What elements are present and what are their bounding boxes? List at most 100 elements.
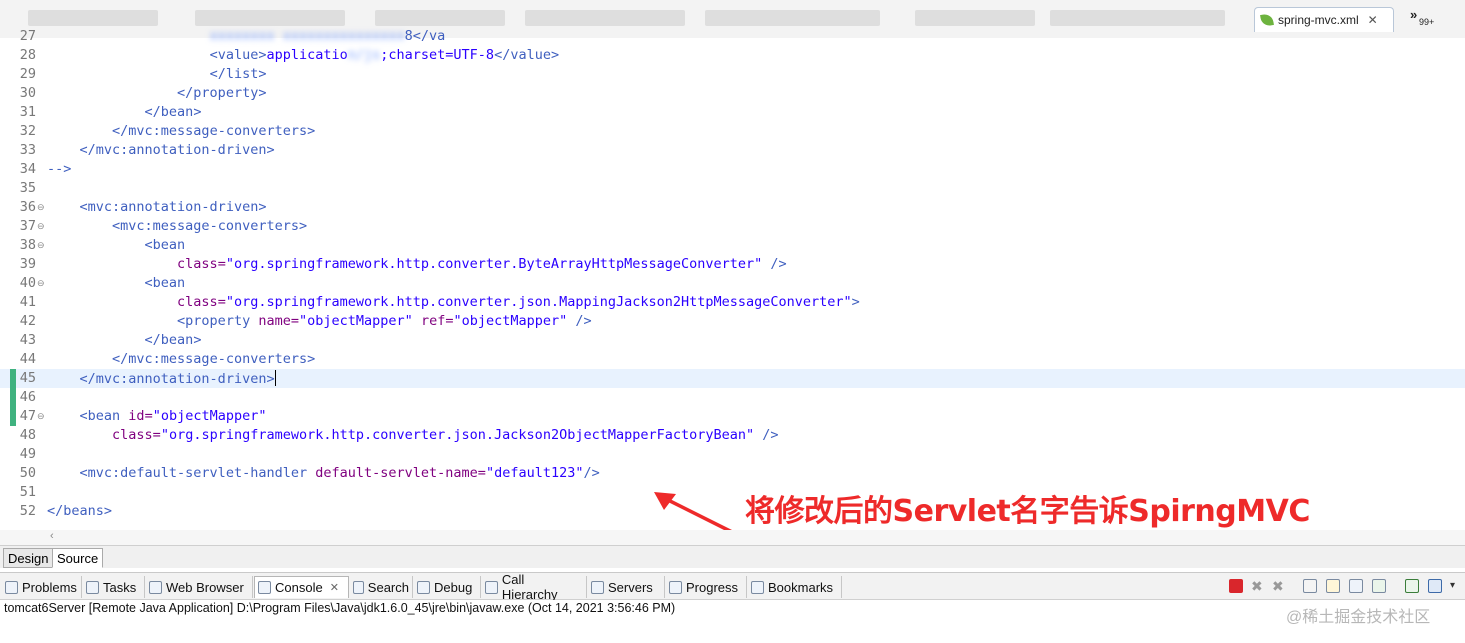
code-line[interactable]: 47 ⊖ <bean id="objectMapper" — [0, 407, 1465, 426]
editor-mode-bar: Design Source — [0, 545, 1465, 568]
fold-toggle-icon[interactable]: ⊖ — [37, 412, 45, 421]
display-console-icon[interactable] — [1428, 579, 1442, 593]
code-line[interactable]: 49 — [0, 445, 1465, 464]
code-line[interactable]: 41 class="org.springframework.http.conve… — [0, 293, 1465, 312]
code-text: class="org.springframework.http.converte… — [177, 256, 787, 272]
view-tab-debug[interactable]: Debug — [414, 576, 481, 598]
code-line[interactable]: 34 --> — [0, 160, 1465, 179]
line-number: 36 — [19, 199, 36, 215]
view-tab-progress[interactable]: Progress — [666, 576, 747, 598]
console-icon — [258, 581, 271, 594]
code-line[interactable]: 50 <mvc:default-servlet-handler default-… — [0, 464, 1465, 483]
blurred-tab[interactable] — [915, 10, 1035, 26]
line-number: 27 — [19, 28, 36, 44]
line-number: 48 — [19, 427, 36, 443]
tab-design[interactable]: Design — [3, 548, 54, 568]
code-text: </bean> — [144, 332, 202, 348]
show-console-icon[interactable] — [1372, 579, 1386, 593]
code-line[interactable]: 40 ⊖ <bean — [0, 274, 1465, 293]
remove-all-icon[interactable]: ✖ — [1272, 579, 1286, 593]
view-tab-label: Search — [367, 579, 409, 595]
code-line[interactable]: 32 </mvc:message-converters> — [0, 122, 1465, 141]
code-line[interactable]: 43 </bean> — [0, 331, 1465, 350]
code-text: <bean id="objectMapper" — [79, 408, 267, 424]
fold-toggle-icon[interactable]: ⊖ — [37, 203, 45, 212]
pin-console-icon[interactable] — [1405, 579, 1419, 593]
fold-toggle-icon[interactable]: ⊖ — [37, 222, 45, 231]
code-line[interactable]: 30 </property> — [0, 84, 1465, 103]
view-tab-web-browser[interactable]: Web Browser — [146, 576, 253, 598]
code-text: <bean — [144, 237, 186, 253]
view-tab-tasks[interactable]: Tasks — [83, 576, 145, 598]
blurred-tab[interactable] — [375, 10, 505, 26]
line-number: 49 — [19, 446, 36, 462]
code-line[interactable]: 39 class="org.springframework.http.conve… — [0, 255, 1465, 274]
blurred-tab[interactable] — [525, 10, 685, 26]
code-text: <mvc:default-servlet-handler default-ser… — [79, 465, 600, 481]
code-text: <value>application/js;charset=UTF-8</val… — [209, 47, 560, 63]
blurred-tab[interactable] — [1050, 10, 1225, 26]
blurred-tab[interactable] — [195, 10, 345, 26]
view-tab-label: Console — [275, 580, 323, 595]
line-number: 45 — [19, 370, 36, 386]
view-tab-problems[interactable]: Problems — [2, 576, 82, 598]
tab-source[interactable]: Source — [52, 548, 104, 568]
scroll-left-icon[interactable]: ‹ — [50, 530, 54, 542]
view-tab-label: Servers — [608, 579, 653, 595]
stop-icon[interactable] — [1229, 579, 1243, 593]
xml-source-editor[interactable]: 27 xxxxxxxx xxxxxxxxxxxxxxx8</va 28 <valu… — [0, 28, 1465, 530]
code-line[interactable]: 36 ⊖ <mvc:annotation-driven> — [0, 198, 1465, 217]
line-number: 43 — [19, 332, 36, 348]
progress-icon — [669, 580, 682, 594]
close-icon[interactable]: ✕ — [330, 581, 339, 594]
code-line[interactable]: 46 — [0, 388, 1465, 407]
view-tab-label: Debug — [434, 579, 473, 595]
code-line[interactable]: 33 </mvc:annotation-driven> — [0, 141, 1465, 160]
code-line[interactable]: 35 — [0, 179, 1465, 198]
line-number: 28 — [19, 47, 36, 63]
view-tab-bookmarks[interactable]: Bookmarks — [748, 576, 842, 598]
view-tab-label: Problems — [22, 579, 77, 595]
code-text: </bean> — [144, 104, 202, 120]
code-line[interactable]: 27 xxxxxxxx xxxxxxxxxxxxxxx8</va — [0, 27, 1465, 46]
code-text: class="org.springframework.http.converte… — [112, 427, 779, 443]
view-tab-search[interactable]: Search — [350, 576, 413, 598]
code-line[interactable]: 28 <value>application/js;charset=UTF-8</… — [0, 46, 1465, 65]
blurred-tab[interactable] — [705, 10, 880, 26]
code-line[interactable]: 29 </list> — [0, 65, 1465, 84]
code-text: </mvc:message-converters> — [112, 351, 316, 367]
line-number: 38 — [19, 237, 36, 253]
remove-launch-icon[interactable]: ✖ — [1251, 579, 1265, 593]
code-line[interactable]: 38 ⊖ <bean — [0, 236, 1465, 255]
code-line[interactable]: 44 </mvc:message-converters> — [0, 350, 1465, 369]
view-tab-label: Bookmarks — [768, 579, 834, 595]
close-icon[interactable]: ✕ — [1368, 13, 1378, 27]
code-text: <bean — [144, 275, 186, 291]
view-menu-chevron-icon[interactable]: ▾ — [1450, 579, 1464, 593]
view-tab-label: Tasks — [103, 579, 137, 595]
horizontal-scrollbar[interactable]: ‹ — [0, 530, 1465, 545]
fold-toggle-icon[interactable]: ⊖ — [37, 241, 45, 250]
view-tab-servers[interactable]: Servers — [588, 576, 665, 598]
clear-console-icon[interactable] — [1303, 579, 1317, 593]
code-text: <mvc:annotation-driven> — [79, 199, 267, 215]
code-line[interactable]: 42 <property name="objectMapper" ref="ob… — [0, 312, 1465, 331]
fold-toggle-icon[interactable]: ⊖ — [37, 279, 45, 288]
view-tab-console[interactable]: Console ✕ — [254, 576, 349, 598]
tasks-icon — [86, 580, 99, 594]
blurred-tab[interactable] — [28, 10, 158, 26]
code-line[interactable]: 48 class="org.springframework.http.conve… — [0, 426, 1465, 445]
tab-overflow-chevron-icon[interactable]: » — [1410, 7, 1417, 22]
code-line[interactable]: 31 </bean> — [0, 103, 1465, 122]
console-output[interactable]: tomcat6Server [Remote Java Application] … — [0, 600, 1465, 643]
scroll-lock-icon[interactable] — [1326, 579, 1340, 593]
word-wrap-icon[interactable] — [1349, 579, 1363, 593]
line-number: 35 — [19, 180, 36, 196]
view-tab-call-hierarchy[interactable]: Call Hierarchy — [482, 572, 587, 602]
code-text: <mvc:message-converters> — [112, 218, 308, 234]
code-line[interactable]: 37 ⊖ <mvc:message-converters> — [0, 217, 1465, 236]
code-line[interactable]: 45 </mvc:annotation-driven> — [0, 369, 1465, 388]
tab-label: spring-mvc.xml — [1278, 13, 1359, 27]
